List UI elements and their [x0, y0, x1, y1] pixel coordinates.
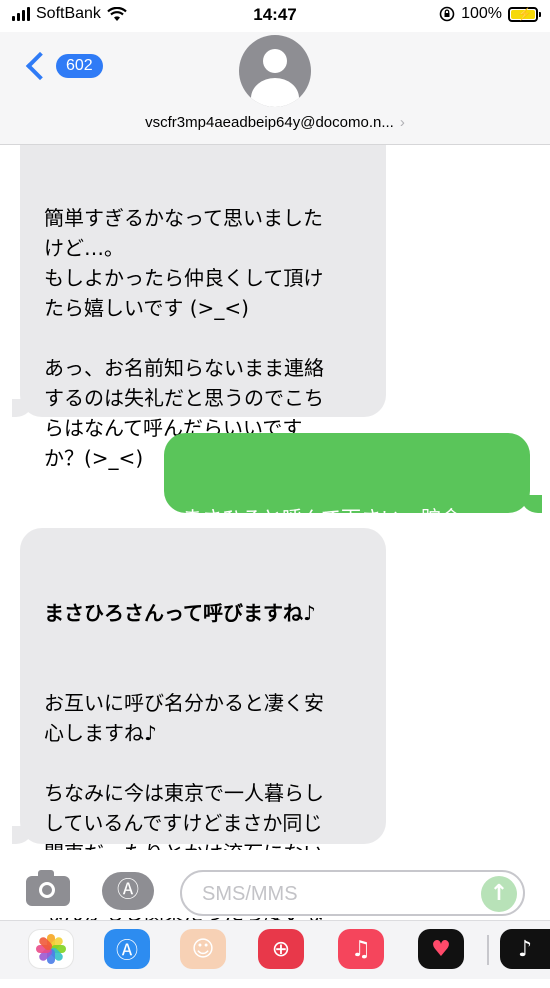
incoming-message-2[interactable]: まさひろさんって呼びますね♪ お互いに呼び名分かると凄く安 心しますね♪ ちなみ… — [20, 528, 386, 955]
chevron-left-icon — [25, 51, 55, 81]
outgoing-message[interactable]: まさひろと呼んで下さい。貯金 は結構ありますよ。 — [164, 433, 530, 560]
app-store-icon[interactable]: Ⓐ — [102, 872, 154, 910]
contact-address: vscfr3mp4aeadbeip64y@docomo.n... — [145, 114, 394, 131]
bubble-tail — [12, 399, 32, 417]
status-bar: SoftBank 14:47 100% ⚡ — [0, 0, 550, 32]
battery-percent: 100% — [461, 5, 502, 22]
camera-icon[interactable] — [26, 870, 70, 906]
message-input[interactable] — [200, 880, 474, 908]
music-icon[interactable]: ♫ — [338, 929, 384, 969]
back-button[interactable]: 602 — [22, 51, 103, 81]
orientation-lock-icon — [439, 6, 455, 22]
conversation-header: 602 vscfr3mp4aeadbeip64y@docomo.n... › — [0, 32, 550, 145]
heart-app-icon[interactable]: ♥ — [418, 929, 464, 969]
photos-icon[interactable] — [28, 929, 74, 969]
battery-charging-icon: ⚡ — [508, 6, 541, 22]
image-search-icon[interactable]: ⊕ — [258, 929, 304, 969]
divider — [487, 935, 489, 965]
incoming-message-1[interactable]: 簡単すぎるかなって思いました けど…。 もしよかったら仲良くして頂け たら嬉しい… — [20, 145, 386, 470]
message-input-field[interactable]: ↑ — [180, 870, 525, 916]
bubble-tail — [522, 495, 542, 513]
compose-bar: Ⓐ ↑ — [0, 850, 550, 918]
avatar-torso — [251, 78, 299, 107]
memoji-icon[interactable]: ☺ — [180, 929, 226, 969]
person-silhouette-icon — [263, 49, 287, 73]
tiktok-icon[interactable]: ♪ — [500, 929, 550, 969]
bubble-tail — [12, 826, 32, 844]
app-drawer: Ⓐ ☺ ⊕ ♫ ♥ ♪ — [0, 920, 550, 979]
send-arrow-icon[interactable]: ↑ — [481, 876, 517, 912]
chevron-right-icon: › — [399, 114, 405, 131]
contact-name[interactable]: vscfr3mp4aeadbeip64y@docomo.n... › — [0, 114, 550, 131]
app-store-icon[interactable]: Ⓐ — [104, 929, 150, 969]
message-title: まさひろさんって呼びますね♪ — [44, 601, 316, 625]
contact-avatar[interactable] — [239, 35, 311, 107]
status-right: 100% ⚡ — [439, 5, 541, 23]
unread-count-badge: 602 — [56, 54, 103, 78]
